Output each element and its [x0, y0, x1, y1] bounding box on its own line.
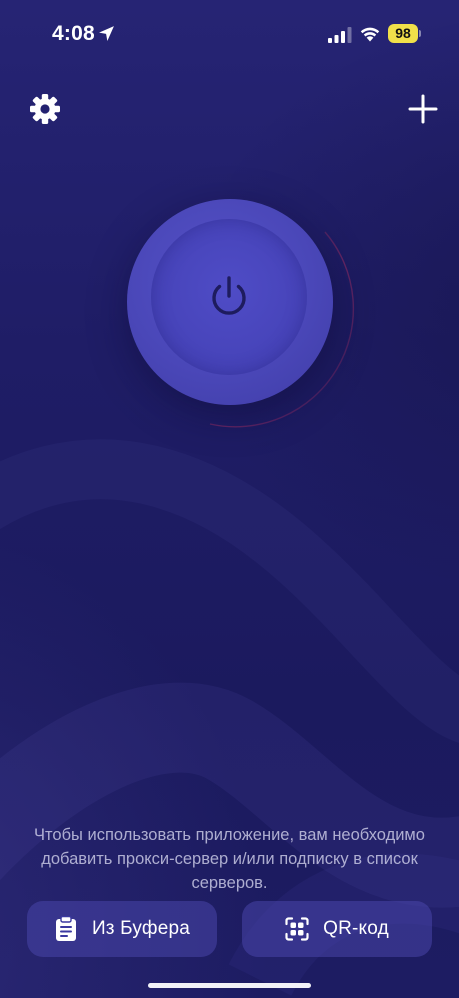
- status-bar: 4:08 98: [0, 0, 459, 70]
- power-button-inner: [151, 219, 307, 375]
- power-icon: [212, 276, 246, 315]
- settings-button[interactable]: [28, 92, 62, 126]
- clipboard-button-label: Из Буфера: [91, 918, 191, 939]
- import-from-clipboard-button[interactable]: Из Буфера: [27, 901, 217, 957]
- empty-servers-hint: Чтобы использовать приложение, вам необх…: [34, 826, 425, 892]
- status-time: 4:08: [52, 22, 95, 45]
- home-indicator[interactable]: [148, 983, 311, 988]
- qr-scan-icon: [285, 917, 309, 941]
- qr-button-label: QR-код: [323, 918, 389, 939]
- connect-control: [120, 192, 360, 432]
- wifi-icon: [360, 27, 380, 42]
- scan-qr-button[interactable]: QR-код: [242, 901, 432, 957]
- location-arrow-icon: [99, 26, 114, 41]
- plus-icon: [408, 94, 438, 124]
- battery-tip: [419, 30, 421, 37]
- cellular-signal-icon: [328, 27, 352, 43]
- clipboard-icon: [55, 916, 76, 941]
- power-button[interactable]: [127, 199, 333, 405]
- gear-icon: [30, 94, 60, 124]
- battery-icon: 98: [388, 24, 418, 43]
- add-server-button[interactable]: [406, 92, 440, 126]
